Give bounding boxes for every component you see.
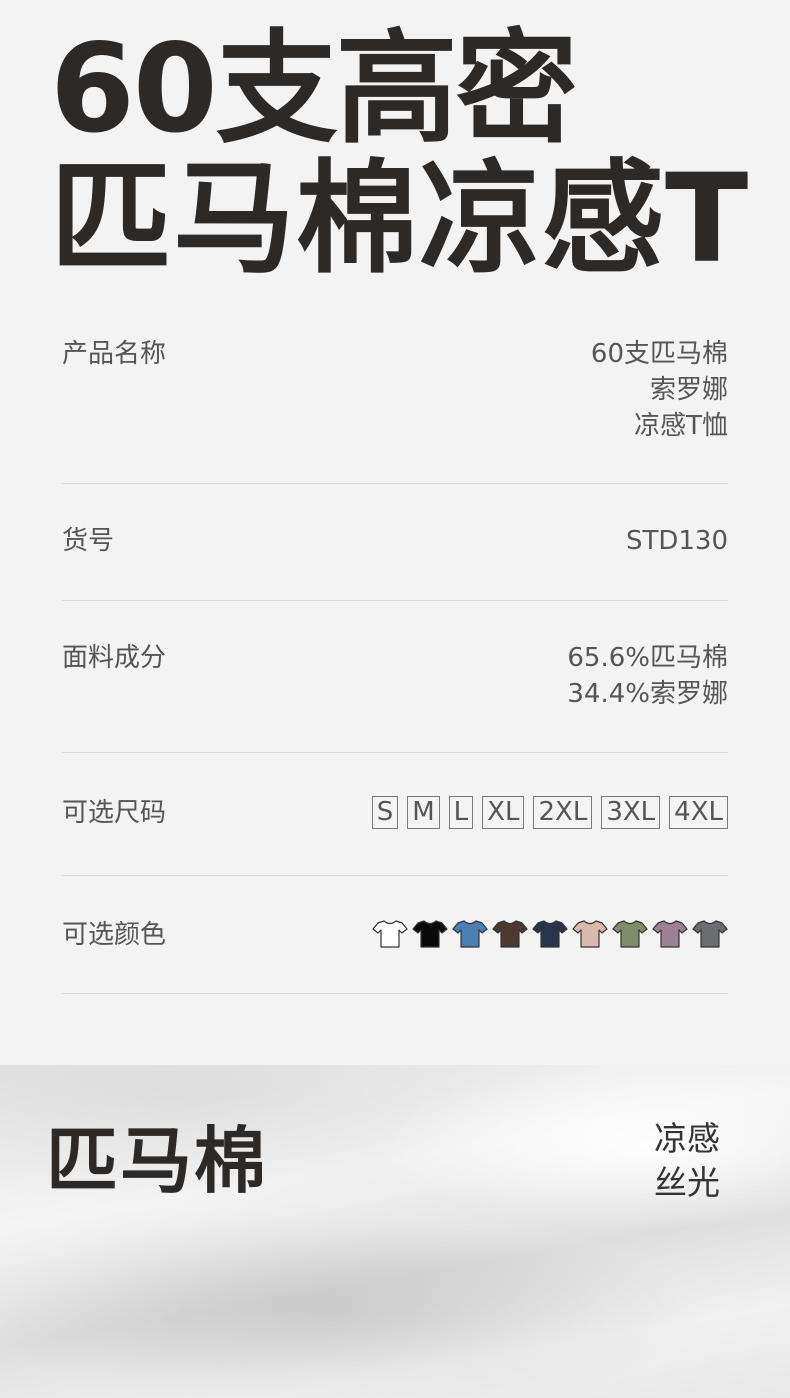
spec-value: STD130 bbox=[625, 526, 728, 556]
spec-label: 可选尺码 bbox=[62, 798, 167, 828]
spec-sizes: 可选尺码 S M L XL 2XL 3XL 4XL bbox=[62, 753, 728, 876]
fabric-features: 凉感 丝光 bbox=[654, 1117, 720, 1205]
product-name-line: 凉感T恤 bbox=[634, 411, 728, 441]
spec-label: 面料成分 bbox=[62, 643, 167, 673]
spec-label: 货号 bbox=[62, 526, 115, 556]
size-option-m[interactable]: M bbox=[407, 796, 440, 829]
spec-item-number: 货号 STD130 bbox=[62, 484, 728, 601]
size-option-l[interactable]: L bbox=[448, 796, 474, 829]
size-option-3xl[interactable]: 3XL bbox=[601, 796, 661, 829]
size-option-xl[interactable]: XL bbox=[482, 796, 525, 829]
fabric-line: 65.6%匹马棉 bbox=[567, 643, 728, 673]
size-option-s[interactable]: S bbox=[371, 796, 399, 829]
hero-section: 60支高密 匹马棉凉感T 产品名称 60支匹马棉 索罗娜 凉感T恤 货号 STD… bbox=[0, 0, 790, 1065]
tshirt-color-icon[interactable] bbox=[692, 919, 728, 949]
spec-colors: 可选颜色 bbox=[62, 876, 728, 994]
tshirt-color-icon[interactable] bbox=[572, 919, 608, 949]
tshirt-color-icon[interactable] bbox=[652, 919, 688, 949]
spec-value: 60支匹马棉 索罗娜 凉感T恤 bbox=[591, 336, 728, 444]
tshirt-color-icon[interactable] bbox=[532, 919, 568, 949]
fabric-feature: 丝光 bbox=[654, 1163, 720, 1202]
tshirt-color-icon[interactable] bbox=[452, 919, 488, 949]
color-options bbox=[372, 919, 728, 949]
fabric-banner: 匹马棉 凉感 丝光 bbox=[0, 1065, 790, 1398]
size-option-2xl[interactable]: 2XL bbox=[533, 796, 593, 829]
size-options: S M L XL 2XL 3XL 4XL bbox=[371, 796, 728, 829]
size-option-4xl[interactable]: 4XL bbox=[669, 796, 728, 829]
tshirt-color-icon[interactable] bbox=[492, 919, 528, 949]
fabric-title: 匹马棉 bbox=[46, 1119, 269, 1203]
spec-label: 产品名称 bbox=[62, 339, 167, 369]
headline-line-2: 匹马棉凉感T bbox=[50, 148, 750, 290]
tshirt-color-icon[interactable] bbox=[372, 919, 408, 949]
spec-value: 65.6%匹马棉 34.4%索罗娜 bbox=[567, 640, 728, 712]
fabric-line: 34.4%索罗娜 bbox=[567, 679, 728, 709]
tshirt-color-icon[interactable] bbox=[412, 919, 448, 949]
product-name-line: 60支匹马棉 bbox=[590, 339, 728, 369]
tshirt-color-icon[interactable] bbox=[612, 919, 648, 949]
headline-line-1: 60支高密 bbox=[50, 18, 578, 160]
fabric-feature: 凉感 bbox=[654, 1119, 720, 1158]
spec-label: 可选颜色 bbox=[62, 920, 167, 950]
spec-fabric: 面料成分 65.6%匹马棉 34.4%索罗娜 bbox=[62, 601, 728, 753]
product-name-line: 索罗娜 bbox=[649, 375, 728, 405]
spec-product-name: 产品名称 60支匹马棉 索罗娜 凉感T恤 bbox=[62, 328, 728, 484]
